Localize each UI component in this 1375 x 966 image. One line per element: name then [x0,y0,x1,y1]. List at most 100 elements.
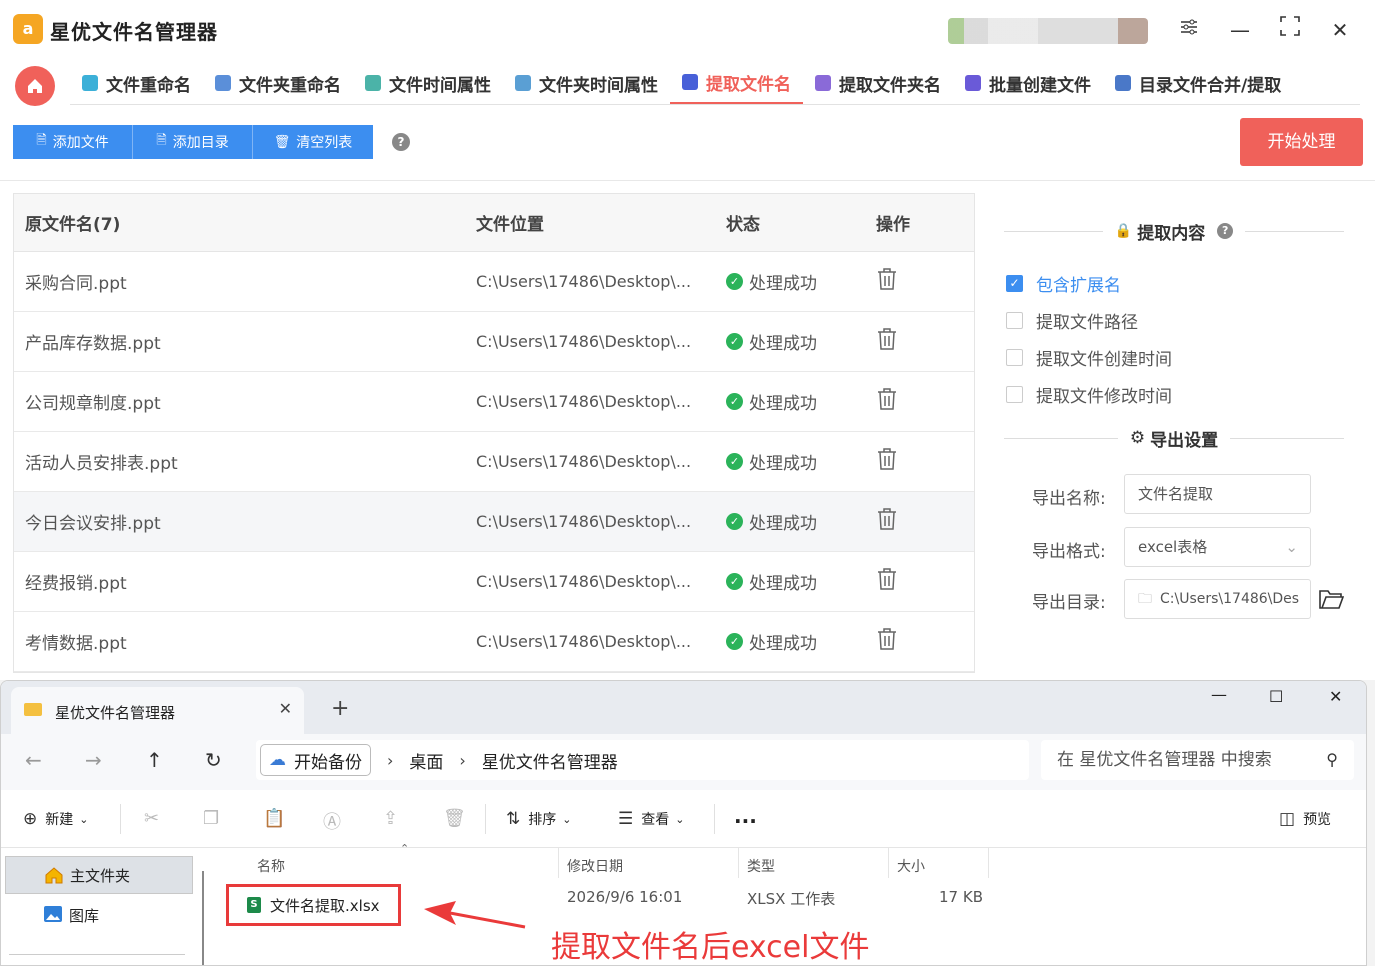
forward-icon[interactable]: → [85,748,102,772]
status-cell: ✓ 处理成功 [726,569,817,594]
breadcrumb-root[interactable]: ☁ 开始备份 [260,744,371,776]
file-row-highlight[interactable]: S 文件名提取.xlsx [226,884,401,926]
help-icon[interactable]: ? [392,133,410,151]
folder-icon [24,703,42,716]
col-name-header[interactable]: 原文件名(7) [25,210,120,235]
delete-row-icon[interactable] [876,567,898,596]
new-tab-button[interactable]: + [331,696,349,721]
explorer-close-button[interactable]: ✕ [1329,687,1342,706]
maximize-button[interactable] [1274,14,1306,46]
tab-7[interactable]: 目录文件合并/提取 [1103,62,1293,104]
open-folder-icon[interactable] [1318,587,1345,611]
tab-4[interactable]: 提取文件名 [670,62,803,104]
col-path-header[interactable]: 文件位置 [476,210,544,235]
add-dir-button[interactable]: 🗎 添加目录 [133,125,253,159]
file-modified: 2026/9/6 16:01 [567,888,683,906]
checkbox-icon [1006,312,1023,329]
col-modified-header[interactable]: 修改日期 [567,856,623,876]
divider [9,954,185,955]
col-name-header[interactable]: 名称 [257,856,285,876]
breadcrumb-current[interactable]: 星优文件名管理器 [482,748,618,773]
option-checkbox-3[interactable]: 提取文件修改时间 [1006,382,1172,407]
option-checkbox-2[interactable]: 提取文件创建时间 [1006,345,1172,370]
file-path-cell: C:\Users\17486\Desktop\... [476,272,692,291]
more-button[interactable]: ... [734,804,757,828]
user-avatar[interactable] [948,18,1148,44]
share-icon[interactable]: ⇪ [383,808,398,829]
table-row[interactable]: 产品库存数据.ppt C:\Users\17486\Desktop\... ✓ 处理成… [14,312,974,372]
pane-splitter[interactable] [202,871,204,965]
add-dir-label: 添加目录 [172,135,229,151]
minimize-button[interactable]: — [1224,14,1256,46]
export-name-field[interactable]: 文件名提取 [1124,474,1311,514]
add-file-button[interactable]: 🗎 添加文件 [13,125,133,159]
refresh-icon[interactable]: ↻ [205,748,222,772]
col-size-header[interactable]: 大小 [897,856,925,876]
export-dir-field[interactable]: 🗀 C:\Users\17486\Des [1124,579,1311,619]
table-row[interactable]: 考情数据.ppt C:\Users\17486\Desktop\... ✓ 处理成功 [14,612,974,672]
explorer-tab-bar: 星优文件名管理器 ✕ + — ☐ ✕ [1,681,1366,734]
table-row[interactable]: 公司规章制度.ppt C:\Users\17486\Desktop\... ✓ 处理成… [14,372,974,432]
tab-0[interactable]: 文件重命名 [70,62,203,104]
col-status-header[interactable]: 状态 [726,210,760,235]
copy-icon[interactable]: ❐ [203,808,219,829]
settings-panel: 🔒 提取内容? ✓ 包含扩展名 提取文件路径 提取文件创建时间 提取文件修改时间 ⚙ 导出设… [988,193,1363,673]
sidebar-item-home[interactable]: 主文件夹 [5,856,193,894]
search-input[interactable]: 在 星优文件名管理器 中搜索 ⚲ [1041,740,1354,780]
divider [558,848,559,878]
nav-divider [70,104,1360,105]
sort-button[interactable]: ⇅ 排序 ⌄ [506,809,571,829]
chevron-down-icon: ⌄ [79,812,89,826]
option-checkbox-0[interactable]: ✓ 包含扩展名 [1006,271,1121,296]
rename-icon[interactable]: Ⓐ [323,808,341,834]
table-row[interactable]: 采购合同.ppt C:\Users\17486\Desktop\... ✓ 处理成功 [14,252,974,312]
table-row[interactable]: 活动人员安排表.ppt C:\Users\17486\Desktop\... ✓ 处理… [14,432,974,492]
delete-row-icon[interactable] [876,507,898,536]
home-button[interactable] [15,66,55,106]
add-file-label: 添加文件 [52,135,109,151]
clear-list-button[interactable]: 🗑 清空列表 [253,125,373,159]
lock-icon: 🔒 [1114,223,1133,239]
tab-2[interactable]: 文件时间属性 [353,62,503,104]
tab-label: 提取文件名 [706,74,791,95]
help-icon[interactable]: ? [1217,223,1234,239]
table-row[interactable]: 经费报销.ppt C:\Users\17486\Desktop\... ✓ 处理成功 [14,552,974,612]
delete-row-icon[interactable] [876,327,898,356]
table-row[interactable]: 今日会议安排.ppt C:\Users\17486\Desktop\... ✓ 处理成… [14,492,974,552]
tab-1[interactable]: 文件夹重命名 [203,62,353,104]
up-icon[interactable]: ↑ [146,748,163,772]
explorer-minimize-button[interactable]: — [1211,685,1227,704]
divider [714,804,715,834]
delete-row-icon[interactable] [876,267,898,296]
extract-name-icon [682,74,698,90]
start-button[interactable]: 开始处理 [1240,118,1363,166]
tab-5[interactable]: 提取文件夹名 [803,62,953,104]
breadcrumb[interactable]: ☁ 开始备份 › 桌面 › 星优文件名管理器 [256,740,1029,780]
option-checkbox-1[interactable]: 提取文件路径 [1006,308,1138,333]
breadcrumb-desktop[interactable]: 桌面 [409,748,443,773]
back-icon[interactable]: ← [25,748,42,772]
new-button[interactable]: ⊕ 新建 ⌄ [23,809,88,829]
delete-row-icon[interactable] [876,447,898,476]
preview-button[interactable]: ◫ 预览 [1279,809,1331,829]
search-icon: ⚲ [1326,750,1338,769]
delete-icon[interactable]: 🗑 [443,808,466,829]
sidebar-item-gallery[interactable]: 图库 [5,896,193,934]
delete-row-icon[interactable] [876,387,898,416]
explorer-tab[interactable]: 星优文件名管理器 ✕ [11,687,304,734]
check-circle-icon: ✓ [726,393,743,410]
settings-sliders-icon[interactable] [1173,14,1205,46]
delete-row-icon[interactable] [876,627,898,656]
view-button[interactable]: ☰ 查看 ⌄ [618,809,684,829]
chevron-down-icon: ⌄ [675,812,685,826]
col-type-header[interactable]: 类型 [747,856,775,876]
export-format-select[interactable]: excel表格 ⌄ [1124,527,1311,567]
tab-6[interactable]: 批量创建文件 [953,62,1103,104]
close-button[interactable]: ✕ [1324,14,1356,46]
paste-icon[interactable]: 📋 [263,808,285,829]
close-tab-icon[interactable]: ✕ [279,699,292,718]
explorer-maximize-button[interactable]: ☐ [1269,687,1283,706]
toolbar-divider [0,180,1375,181]
cut-icon[interactable]: ✂ [144,808,159,829]
tab-3[interactable]: 文件夹时间属性 [503,62,670,104]
